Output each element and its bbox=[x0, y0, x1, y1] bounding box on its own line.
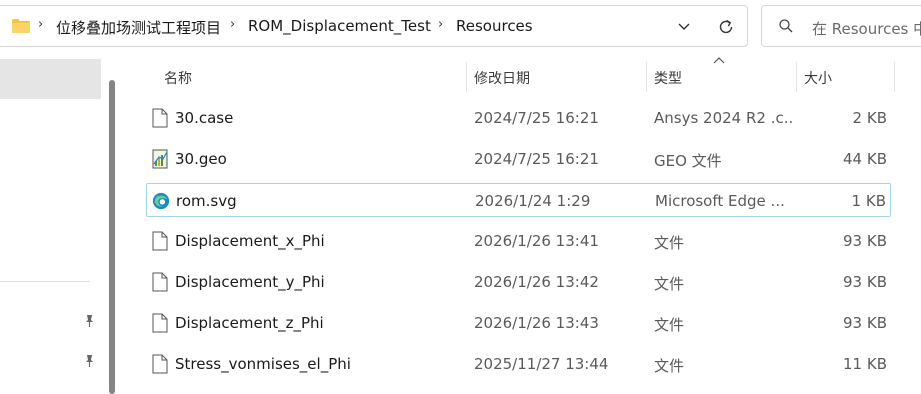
file-modified: 2024/7/25 16:21 bbox=[474, 150, 599, 168]
nav-item-selected[interactable] bbox=[0, 59, 101, 99]
search-box[interactable]: 在 Resources 中 bbox=[761, 5, 921, 47]
column-header-size[interactable]: 大小 bbox=[804, 68, 832, 88]
breadcrumb-separator[interactable]: › bbox=[38, 17, 43, 32]
file-type: 文件 bbox=[654, 234, 685, 252]
file-row[interactable]: Displacement_x_Phi 2026/1/26 13:41 文件 93… bbox=[146, 224, 891, 258]
file-size: 1 KB bbox=[851, 192, 886, 210]
file-name: Stress_vonmises_el_Phi bbox=[175, 355, 351, 373]
file-name: rom.svg bbox=[176, 192, 237, 210]
document-icon bbox=[152, 272, 168, 292]
edge-icon bbox=[152, 192, 170, 210]
column-divider[interactable] bbox=[894, 62, 895, 92]
file-name: 30.case bbox=[175, 109, 234, 127]
file-row[interactable]: 30.geo 2024/7/25 16:21 GEO 文件 44 KB bbox=[146, 142, 891, 176]
column-header-modified[interactable]: 修改日期 bbox=[474, 68, 530, 88]
file-modified: 2026/1/26 13:43 bbox=[474, 314, 599, 332]
file-size: 93 KB bbox=[843, 273, 887, 291]
breadcrumb-separator[interactable]: › bbox=[230, 17, 235, 32]
file-type: 文件 bbox=[654, 357, 685, 375]
column-divider[interactable] bbox=[796, 62, 797, 92]
file-modified: 2026/1/26 13:41 bbox=[474, 232, 599, 250]
document-icon bbox=[152, 313, 168, 333]
document-icon bbox=[152, 231, 168, 251]
file-name: Displacement_y_Phi bbox=[175, 273, 325, 291]
nav-divider bbox=[0, 281, 90, 282]
column-header-type[interactable]: 类型 bbox=[654, 68, 682, 88]
breadcrumb-resources[interactable]: Resources bbox=[456, 17, 533, 35]
address-bar[interactable]: › 位移叠加场测试工程项目 › ROM_Displacement_Test › … bbox=[0, 5, 748, 47]
breadcrumb-project[interactable]: 位移叠加场测试工程项目 bbox=[56, 17, 221, 38]
file-size: 44 KB bbox=[843, 150, 887, 168]
file-size: 93 KB bbox=[843, 314, 887, 332]
file-row[interactable]: Stress_vonmises_el_Phi 2025/11/27 13:44 … bbox=[146, 347, 891, 381]
document-icon bbox=[152, 354, 168, 374]
file-row[interactable]: rom.svg 2026/1/24 1:29 Microsoft Edge ..… bbox=[146, 183, 891, 217]
nav-scrollbar[interactable] bbox=[109, 80, 115, 394]
column-header-name[interactable]: 名称 bbox=[164, 68, 192, 88]
column-divider[interactable] bbox=[466, 62, 467, 92]
breadcrumb-rom-displacement-test[interactable]: ROM_Displacement_Test bbox=[248, 17, 431, 35]
file-type: 文件 bbox=[654, 316, 685, 334]
file-size: 2 KB bbox=[852, 109, 887, 127]
file-row[interactable]: Displacement_z_Phi 2026/1/26 13:43 文件 93… bbox=[146, 306, 891, 340]
file-name: Displacement_x_Phi bbox=[175, 232, 325, 250]
file-row[interactable]: 30.case 2024/7/25 16:21 Ansys 2024 R2 .c… bbox=[146, 101, 891, 135]
file-modified: 2026/1/24 1:29 bbox=[475, 192, 591, 210]
file-type: Ansys 2024 R2 .c... bbox=[654, 109, 794, 127]
file-modified: 2024/7/25 16:21 bbox=[474, 109, 599, 127]
file-modified: 2026/1/26 13:42 bbox=[474, 273, 599, 291]
search-input[interactable]: 在 Resources 中 bbox=[812, 18, 921, 39]
file-name: Displacement_z_Phi bbox=[175, 314, 324, 332]
breadcrumb-separator[interactable]: › bbox=[438, 17, 443, 32]
folder-icon bbox=[12, 19, 30, 33]
file-size: 93 KB bbox=[843, 232, 887, 250]
file-name: 30.geo bbox=[175, 150, 227, 168]
file-type: GEO 文件 bbox=[654, 152, 722, 170]
file-type: 文件 bbox=[654, 275, 685, 293]
pin-icon[interactable] bbox=[82, 354, 96, 368]
column-divider[interactable] bbox=[646, 62, 647, 92]
pin-icon[interactable] bbox=[82, 314, 96, 328]
chevron-down-icon[interactable] bbox=[676, 18, 692, 34]
refresh-icon[interactable] bbox=[716, 17, 736, 37]
sort-ascending-icon bbox=[713, 57, 725, 64]
file-size: 11 KB bbox=[843, 355, 887, 373]
search-icon bbox=[779, 19, 793, 33]
file-modified: 2025/11/27 13:44 bbox=[474, 355, 609, 373]
document-icon bbox=[152, 108, 168, 128]
geo-file-icon bbox=[152, 149, 168, 169]
file-row[interactable]: Displacement_y_Phi 2026/1/26 13:42 文件 93… bbox=[146, 265, 891, 299]
file-type: Microsoft Edge ... bbox=[655, 192, 785, 210]
